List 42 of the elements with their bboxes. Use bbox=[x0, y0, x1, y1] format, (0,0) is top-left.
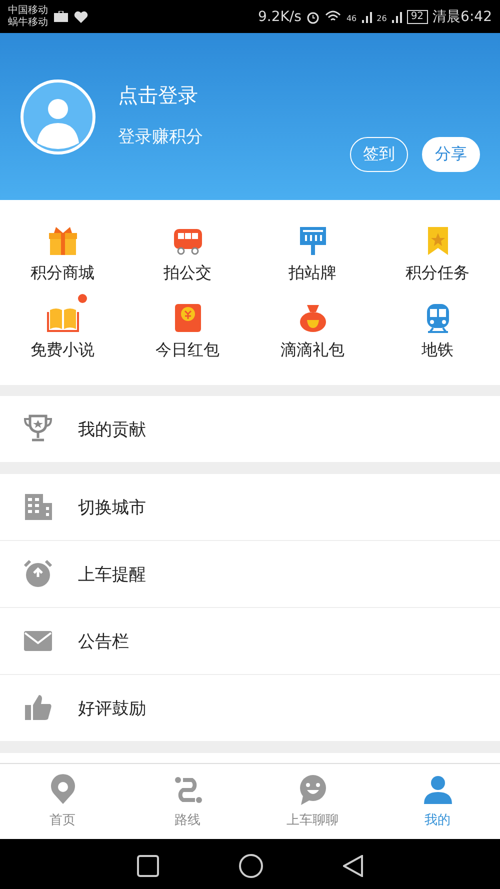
shortcut-label[interactable]: 今日红包 bbox=[156, 340, 220, 360]
shortcut-label[interactable]: 地铁 bbox=[422, 340, 454, 360]
clock-time: 清晨6:42 bbox=[432, 8, 492, 26]
shortcut-label[interactable]: 积分任务 bbox=[406, 262, 470, 284]
nav-tab[interactable]: 上车聊聊 bbox=[250, 764, 375, 839]
shortcut-label[interactable]: 免费小说 bbox=[30, 340, 94, 360]
carrier-name: 中国移动 bbox=[8, 4, 48, 16]
nav-tab[interactable]: 路线 bbox=[125, 764, 250, 839]
shortcut-label[interactable]: 拍公交 bbox=[164, 262, 212, 284]
network-speed: 9.2K/s bbox=[258, 8, 302, 24]
avatar-icon[interactable] bbox=[20, 78, 96, 154]
building-icon bbox=[22, 491, 54, 523]
menu-label: 我的贡献 bbox=[78, 418, 146, 440]
share-button[interactable]: 分享 bbox=[422, 137, 480, 172]
network-type: 46 bbox=[346, 14, 357, 22]
heart-icon bbox=[74, 10, 88, 22]
back-icon[interactable] bbox=[343, 855, 363, 877]
shortcut-label[interactable]: 拍站牌 bbox=[288, 262, 336, 284]
signal-icon bbox=[362, 10, 372, 22]
alarm-clock-icon bbox=[306, 10, 320, 24]
menu-row[interactable]: 公告栏 bbox=[0, 608, 500, 675]
network-type: 26 bbox=[376, 14, 387, 22]
signal-icon bbox=[392, 10, 402, 22]
person-icon bbox=[422, 774, 454, 806]
carrier-name: 蜗牛移动 bbox=[8, 16, 48, 28]
menu-row[interactable]: 切换城市 bbox=[0, 474, 500, 541]
recent-apps-icon[interactable] bbox=[137, 855, 159, 877]
shortcut-label[interactable]: 滴滴礼包 bbox=[280, 340, 344, 360]
home-icon[interactable] bbox=[239, 854, 263, 878]
alarm-clock-icon bbox=[22, 558, 54, 590]
menu-row[interactable]: 上车提醒 bbox=[0, 541, 500, 608]
shortcut-label[interactable]: 积分商城 bbox=[30, 262, 94, 284]
battery-level: 92 bbox=[406, 10, 428, 24]
wifi-icon bbox=[325, 10, 342, 23]
menu-label: 公告栏 bbox=[78, 630, 129, 652]
profile-subtitle: 登录赚积分 bbox=[118, 126, 203, 148]
nav-tab[interactable]: 首页 bbox=[0, 764, 125, 839]
briefcase-icon bbox=[54, 11, 68, 22]
gift-icon[interactable] bbox=[46, 224, 78, 256]
menu-label: 切换城市 bbox=[78, 496, 146, 518]
menu-label: 上车提醒 bbox=[78, 564, 146, 586]
menu-label: 好评鼓励 bbox=[78, 698, 146, 720]
